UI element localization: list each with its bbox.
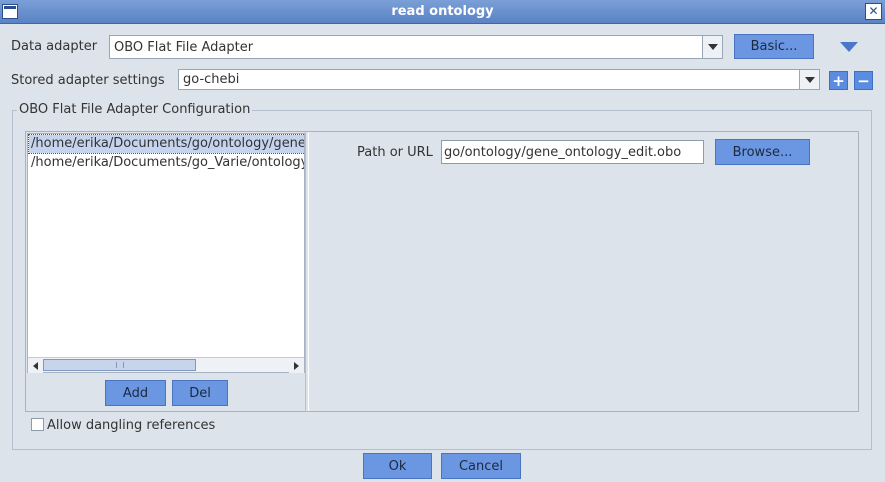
scroll-left-button[interactable]: [28, 358, 43, 373]
delete-path-button[interactable]: Del: [172, 380, 228, 406]
cancel-button[interactable]: Cancel: [441, 453, 521, 479]
path-list[interactable]: /home/erika/Documents/go/ontology/gene_o…: [27, 133, 305, 373]
scroll-right-icon: [294, 361, 299, 370]
window-title: read ontology: [391, 4, 494, 19]
grip-icon: [116, 362, 124, 368]
stored-settings-label: Stored adapter settings: [11, 73, 165, 88]
scroll-left-icon: [33, 361, 38, 370]
plus-icon[interactable]: +: [829, 71, 848, 90]
scroll-right-button[interactable]: [289, 358, 304, 373]
chevron-down-icon: [804, 76, 815, 83]
dangling-checkbox[interactable]: [31, 418, 44, 431]
path-label: Path or URL: [357, 145, 433, 160]
data-adapter-dropdown-button[interactable]: [702, 36, 722, 58]
data-adapter-combo[interactable]: OBO Flat File Adapter: [109, 35, 723, 59]
path-input[interactable]: [441, 140, 704, 164]
browse-button[interactable]: Browse...: [715, 139, 810, 165]
minus-icon[interactable]: −: [854, 71, 873, 90]
ok-button[interactable]: Ok: [363, 453, 432, 479]
list-item[interactable]: /home/erika/Documents/go/ontology/gene_o…: [28, 134, 304, 154]
stored-settings-value: go-chebi: [183, 72, 240, 87]
data-adapter-label: Data adapter: [11, 39, 98, 54]
add-path-button[interactable]: Add: [105, 380, 166, 406]
horizontal-scrollbar[interactable]: [28, 357, 304, 373]
stored-settings-dropdown-button[interactable]: [799, 70, 819, 89]
list-item[interactable]: /home/erika/Documents/go_Varie/ontology: [29, 154, 304, 172]
expand-toggle-icon[interactable]: [840, 42, 858, 52]
window-menu-icon[interactable]: [2, 4, 18, 19]
config-group-title: OBO Flat File Adapter Configuration: [17, 102, 253, 117]
split-pane-divider[interactable]: [305, 132, 309, 411]
stored-settings-combo[interactable]: go-chebi: [178, 69, 820, 90]
data-adapter-value: OBO Flat File Adapter: [114, 39, 254, 55]
scrollbar-thumb[interactable]: [43, 359, 196, 371]
dangling-label: Allow dangling references: [47, 418, 216, 433]
basic-button[interactable]: Basic...: [734, 34, 814, 59]
close-icon[interactable]: ✕: [865, 3, 882, 20]
chevron-down-icon: [707, 44, 718, 50]
